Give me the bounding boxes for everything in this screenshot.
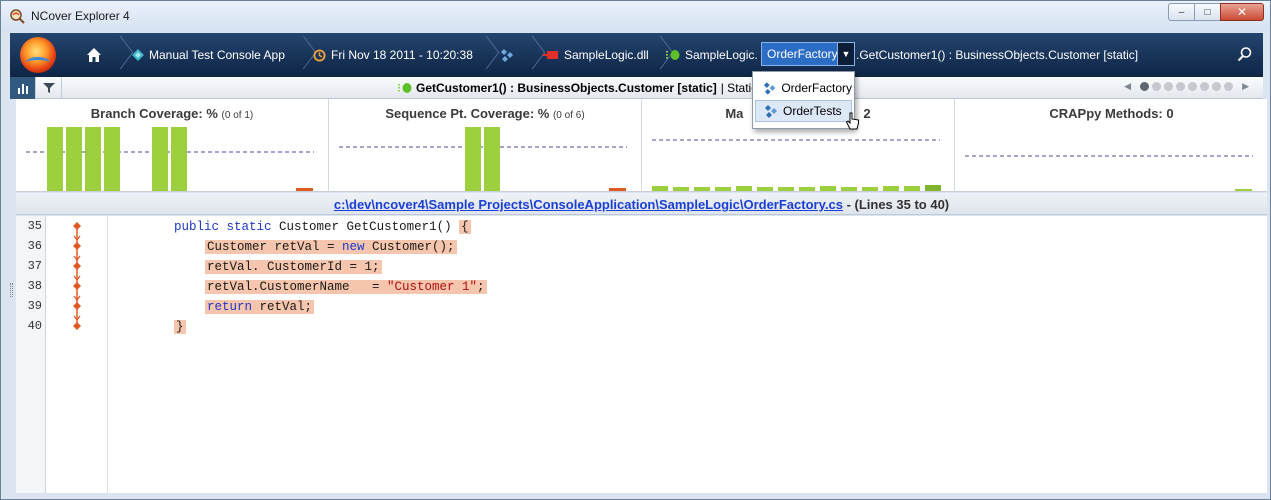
code-line-40: } — [174, 320, 186, 334]
source-code-view[interactable]: 35 36 37 38 39 40 public static Customer… — [16, 216, 1267, 493]
window-controls: ‒ □ ✕ — [1168, 3, 1264, 23]
code-line-37: retVal. CustomerId = 1; — [205, 260, 382, 274]
class-icon — [765, 105, 777, 118]
maximize-button[interactable]: □ — [1194, 3, 1220, 21]
class-icon — [763, 82, 776, 95]
class-dropdown-toggle[interactable]: ▼ — [837, 42, 855, 66]
chart-title: Branch Coverage: % (0 of 1) — [90, 106, 254, 121]
project-icon — [132, 49, 144, 61]
class-selector-value: OrderFactory — [767, 47, 838, 61]
history-icon — [313, 48, 326, 62]
dropdown-item-label: OrderFactory — [781, 81, 852, 95]
breadcrumb-label: Fri Nov 18 2011 - 10:20:38 — [331, 48, 473, 62]
method-title: GetCustomer1() : BusinessObjects.Custome… — [416, 81, 717, 95]
pager-next-icon[interactable]: ▶ — [1242, 81, 1249, 92]
sequence-coverage-bars — [339, 127, 627, 191]
method-icon — [398, 83, 412, 93]
splitter-grip[interactable] — [10, 283, 13, 297]
line-number: 36 — [27, 239, 42, 253]
home-icon — [87, 48, 101, 62]
code-line-38: retVal.CustomerName = "Customer 1"; — [205, 280, 487, 294]
line-number-gutter: 35 36 37 38 39 40 — [16, 216, 46, 493]
dropdown-item-ordertests[interactable]: OrderTests — [755, 100, 852, 122]
breadcrumb-method[interactable]: .GetCustomer1() : BusinessObjects.Custom… — [856, 33, 1138, 77]
bar-chart-icon — [17, 84, 28, 94]
breadcrumb-label: .GetCustomer1() : BusinessObjects.Custom… — [856, 48, 1139, 62]
pager-dot[interactable] — [1164, 82, 1174, 91]
pager-dot[interactable] — [1224, 82, 1234, 91]
line-number: 40 — [27, 319, 42, 333]
close-button[interactable]: ✕ — [1220, 3, 1264, 21]
pager-prev-icon[interactable]: ◀ — [1124, 81, 1131, 92]
code-line-36: Customer retVal = new Customer(); — [205, 240, 457, 254]
dropdown-item-orderfactory[interactable]: OrderFactory — [755, 77, 852, 99]
line-number: 38 — [27, 279, 42, 293]
pager-dot[interactable] — [1176, 82, 1186, 91]
dropdown-item-label: OrderTests — [783, 104, 842, 118]
app-icon — [10, 9, 25, 24]
pager-dot[interactable] — [1152, 82, 1162, 91]
breadcrumb-separator — [480, 33, 494, 77]
chart-title: Sequence Pt. Coverage: % (0 of 6) — [385, 106, 585, 121]
class-selector[interactable]: OrderFactory — [761, 42, 844, 66]
breadcrumb-modules[interactable] — [500, 33, 514, 77]
source-path-bar: c:\dev\ncover4\Sample Projects\ConsoleAp… — [16, 193, 1267, 215]
line-number: 35 — [27, 219, 42, 233]
sequence-point-coverage-chart[interactable]: Sequence Pt. Coverage: % (0 of 6) — [329, 99, 642, 192]
method-heading: GetCustomer1() : BusinessObjects.Custome… — [398, 81, 758, 95]
assembly-icon — [543, 51, 558, 59]
breadcrumb-assembly[interactable]: SampleLogic.dll — [543, 33, 649, 77]
code-line-39: return retVal; — [205, 300, 315, 314]
chart-pager: ◀ ▶ — [1118, 81, 1255, 92]
home-button[interactable] — [86, 33, 102, 77]
branch-marker-column — [46, 216, 108, 493]
source-file-link[interactable]: c:\dev\ncover4\Sample Projects\ConsoleAp… — [334, 197, 843, 212]
chevron-down-icon: ▼ — [841, 49, 851, 59]
breadcrumb-separator — [526, 33, 540, 77]
pager-dot[interactable] — [1200, 82, 1210, 91]
filter-icon — [42, 83, 55, 93]
breadcrumb-bar: Manual Test Console App Fri Nov 18 2011 … — [10, 33, 1263, 77]
class-dropdown-menu: OrderFactory OrderTests — [752, 71, 855, 129]
pager-dot[interactable] — [1140, 82, 1150, 91]
mouse-cursor-icon — [846, 112, 859, 130]
modules-icon — [501, 49, 513, 62]
pager-dot[interactable] — [1188, 82, 1198, 91]
window-title: NCover Explorer 4 — [31, 9, 130, 23]
line-range: - (Lines 35 to 40) — [846, 197, 950, 212]
title-bar: NCover Explorer 4 ‒ □ ✕ — [1, 1, 1270, 31]
crappy-methods-chart[interactable]: CRAPpy Methods: 0 — [955, 99, 1268, 192]
search-icon[interactable] — [1237, 46, 1253, 62]
method-toolbar: GetCustomer1() : BusinessObjects.Custome… — [10, 77, 1263, 99]
breadcrumb-project[interactable]: Manual Test Console App — [132, 33, 285, 77]
breadcrumb-namespace[interactable]: SampleLogic. — [666, 33, 758, 77]
chart-title: CRAPpy Methods: 0 — [1049, 106, 1174, 121]
ncover-logo[interactable] — [20, 37, 56, 73]
namespace-icon — [666, 50, 680, 60]
breadcrumb-label: SampleLogic. — [685, 48, 758, 62]
app-window: NCover Explorer 4 ‒ □ ✕ Manual Test Cons… — [0, 0, 1271, 500]
breadcrumb-execution[interactable]: Fri Nov 18 2011 - 10:20:38 — [313, 33, 473, 77]
line-number: 39 — [27, 299, 42, 313]
branch-markers-icon — [73, 222, 81, 330]
breadcrumb-separator — [297, 33, 311, 77]
crappy-methods-bars — [965, 155, 1253, 191]
branch-coverage-chart[interactable]: Branch Coverage: % (0 of 1) — [16, 99, 329, 192]
coverage-view-button[interactable] — [10, 77, 36, 99]
breadcrumb-separator — [114, 33, 128, 77]
maintainability-bars — [652, 139, 941, 191]
pager-dot[interactable] — [1212, 82, 1222, 91]
code-line-35: public static Customer GetCustomer1() { — [174, 220, 471, 234]
filter-button[interactable] — [36, 77, 62, 99]
coverage-charts: Branch Coverage: % (0 of 1) Sequence Pt.… — [16, 99, 1267, 192]
branch-coverage-bars — [26, 127, 314, 191]
breadcrumb-label: Manual Test Console App — [149, 48, 285, 62]
breadcrumb-label: SampleLogic.dll — [564, 48, 649, 62]
minimize-button[interactable]: ‒ — [1168, 3, 1194, 21]
line-number: 37 — [27, 259, 42, 273]
